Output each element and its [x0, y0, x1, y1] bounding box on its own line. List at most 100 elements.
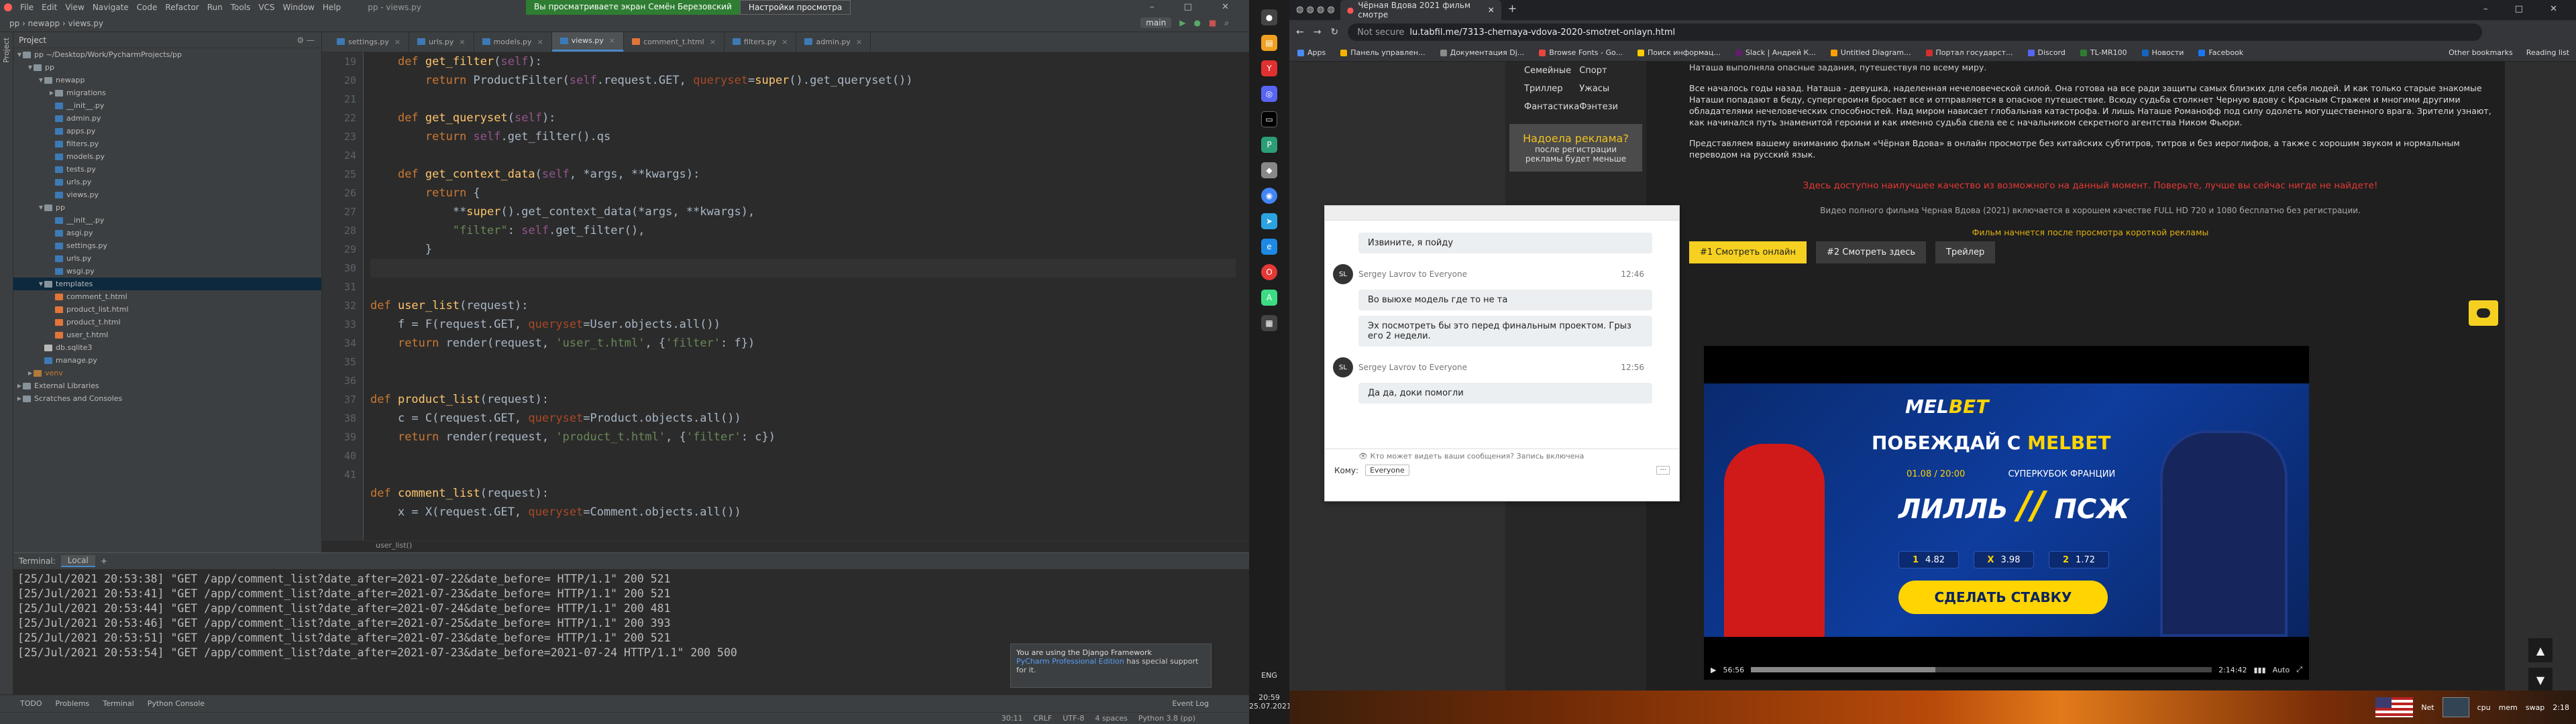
forward-icon[interactable]: →: [1313, 27, 1322, 38]
tree-item[interactable]: views.py: [13, 188, 321, 201]
code-line[interactable]: [370, 371, 1236, 390]
opera-icon[interactable]: O: [1261, 264, 1277, 280]
close-tab-icon[interactable]: ×: [537, 38, 543, 46]
browser-window-controls[interactable]: – □ ✕: [2483, 4, 2569, 14]
expand-arrow-icon[interactable]: ▶: [16, 383, 23, 389]
genre-link[interactable]: Фэнтези: [1579, 102, 1627, 112]
menu-vcs[interactable]: VCS: [258, 3, 274, 12]
security-indicator[interactable]: Not secure: [1357, 27, 1404, 38]
editor-tab[interactable]: admin.py ×: [796, 32, 871, 52]
tree-item[interactable]: user_t.html: [13, 328, 321, 341]
keyboard-language[interactable]: ENG: [1249, 671, 1289, 680]
chat-recipient-select[interactable]: Everyone: [1365, 465, 1409, 476]
editor-tab[interactable]: filters.py ×: [724, 32, 797, 52]
tree-item[interactable]: ▼ pp: [13, 201, 321, 214]
search-icon[interactable]: ⌕: [1224, 18, 1229, 28]
place-bet-button[interactable]: СДЕЛАТЬ СТАВКУ: [1898, 581, 2108, 614]
status-item[interactable]: Python 3.8 (pp): [1138, 714, 1195, 723]
menu-navigate[interactable]: Navigate: [93, 3, 129, 12]
scroll-bottom-button[interactable]: ▼: [2528, 668, 2553, 690]
bookmark-item[interactable]: Документация Dj...: [1440, 48, 1524, 57]
avatar[interactable]: SL: [1333, 357, 1353, 377]
tree-item[interactable]: ▼ pp: [13, 61, 321, 74]
breadcrumb-item[interactable]: pp: [9, 19, 19, 28]
share-settings-button[interactable]: Настройки просмотра: [739, 0, 851, 15]
tool-window-problems[interactable]: Problems: [56, 699, 90, 708]
code-line[interactable]: "filter": self.get_filter(),: [370, 221, 1236, 240]
status-item[interactable]: CRLF: [1033, 714, 1052, 723]
pycharm-icon[interactable]: P: [1261, 137, 1277, 153]
code-line[interactable]: [370, 353, 1236, 371]
code-line[interactable]: c = C(request.GET, queryset=Product.obje…: [370, 409, 1236, 428]
tree-item[interactable]: wsgi.py: [13, 265, 321, 278]
menu-run[interactable]: Run: [207, 3, 223, 12]
status-item[interactable]: 4 spaces: [1095, 714, 1128, 723]
code-line[interactable]: f = F(request.GET, queryset=User.objects…: [370, 315, 1236, 334]
maps-icon[interactable]: ◆: [1261, 162, 1277, 178]
video-player[interactable]: MELBET ПОБЕЖДАЙ С MELBET 01.08 / 20:00 С…: [1704, 346, 2309, 680]
address-bar[interactable]: Not secure lu.tabfil.me/7313-chernaya-vd…: [1348, 23, 2482, 41]
code-line[interactable]: return render(request, 'product_t.html',…: [370, 428, 1236, 446]
tree-item[interactable]: comment_t.html: [13, 290, 321, 303]
chat-bubble-button[interactable]: [2469, 300, 2498, 326]
code-line[interactable]: return render(request, 'user_t.html', {'…: [370, 334, 1236, 353]
chat-more-icon[interactable]: ···: [1656, 466, 1670, 475]
tree-item[interactable]: db.sqlite3: [13, 341, 321, 354]
code-line[interactable]: def product_list(request):: [370, 390, 1236, 409]
tree-item[interactable]: asgi.py: [13, 227, 321, 239]
watch-online-button[interactable]: #1 Смотреть онлайн: [1689, 241, 1807, 263]
breadcrumb-item[interactable]: views.py: [68, 19, 103, 28]
android-studio-icon[interactable]: A: [1261, 290, 1277, 306]
trash-icon[interactable]: ▦: [1261, 315, 1277, 331]
terminal-icon[interactable]: ▭: [1261, 111, 1277, 127]
chrome-icon[interactable]: ◉: [1261, 188, 1277, 204]
tree-item[interactable]: admin.py: [13, 112, 321, 125]
tree-item[interactable]: ▼ newapp: [13, 74, 321, 86]
bookmark-item[interactable]: Discord: [2027, 48, 2065, 57]
code-line[interactable]: **super().get_context_data(*args, **kwar…: [370, 202, 1236, 221]
project-tool-tab[interactable]: Project: [0, 32, 13, 68]
genre-link[interactable]: Спорт: [1579, 66, 1627, 76]
code-line[interactable]: def comment_list(request):: [370, 484, 1236, 503]
odds-button[interactable]: X 3.98: [1974, 551, 2034, 568]
expand-arrow-icon[interactable]: ▼: [38, 204, 44, 210]
folder-icon[interactable]: ▤: [1261, 35, 1277, 51]
new-tab-button[interactable]: +: [1508, 2, 1517, 15]
github-icon[interactable]: ●: [1261, 9, 1277, 25]
bookmark-item[interactable]: Apps: [1297, 48, 1326, 57]
tree-item[interactable]: ▶ venv: [13, 367, 321, 379]
editor-tab[interactable]: models.py ×: [474, 32, 552, 52]
tree-item[interactable]: manage.py: [13, 354, 321, 367]
back-icon[interactable]: ←: [1296, 27, 1304, 38]
code-line[interactable]: [370, 259, 1236, 278]
close-window-icon[interactable]: [4, 3, 12, 11]
breadcrumb-item[interactable]: newapp: [28, 19, 60, 28]
menu-view[interactable]: View: [65, 3, 84, 12]
code-line[interactable]: [370, 90, 1236, 109]
project-panel-title[interactable]: Project: [19, 36, 46, 45]
code-line[interactable]: return {: [370, 184, 1236, 202]
ad-promo-box[interactable]: Надоела реклама? после регистрации рекла…: [1509, 124, 1642, 172]
tree-item[interactable]: ▶ Scratches and Consoles: [13, 392, 321, 405]
menu-help[interactable]: Help: [323, 3, 341, 12]
expand-arrow-icon[interactable]: ▼: [27, 64, 34, 70]
menu-code[interactable]: Code: [137, 3, 158, 12]
bookmark-item[interactable]: Browse Fonts - Go...: [1539, 48, 1623, 57]
bookmark-item[interactable]: TL-MR100: [2080, 48, 2127, 57]
tree-item[interactable]: __init__.py: [13, 214, 321, 227]
menu-tools[interactable]: Tools: [231, 3, 251, 12]
bookmark-item[interactable]: Untitled Diagram...: [1830, 48, 1911, 57]
genre-link[interactable]: Ужасы: [1579, 84, 1627, 94]
code-area[interactable]: 19 20 21 22 23 24 25 26 27 28 29 30 31 32 33 34 35 36 37 38…: [322, 52, 1249, 552]
trailer-button[interactable]: Трейлер: [1935, 241, 1996, 263]
odds-button[interactable]: 1 4.82: [1898, 551, 1959, 568]
volume-icon[interactable]: ▮▮▮: [2253, 666, 2265, 674]
bookmark-item[interactable]: Facebook: [2198, 48, 2243, 57]
tree-item[interactable]: urls.py: [13, 252, 321, 265]
code-line[interactable]: def get_filter(self):: [370, 52, 1236, 71]
close-tab-icon[interactable]: ×: [459, 38, 465, 46]
close-tab-icon[interactable]: ×: [394, 38, 400, 46]
run-config-select[interactable]: main: [1140, 17, 1172, 28]
yandex-icon[interactable]: Y: [1261, 60, 1277, 76]
expand-arrow-icon[interactable]: ▶: [48, 90, 55, 96]
